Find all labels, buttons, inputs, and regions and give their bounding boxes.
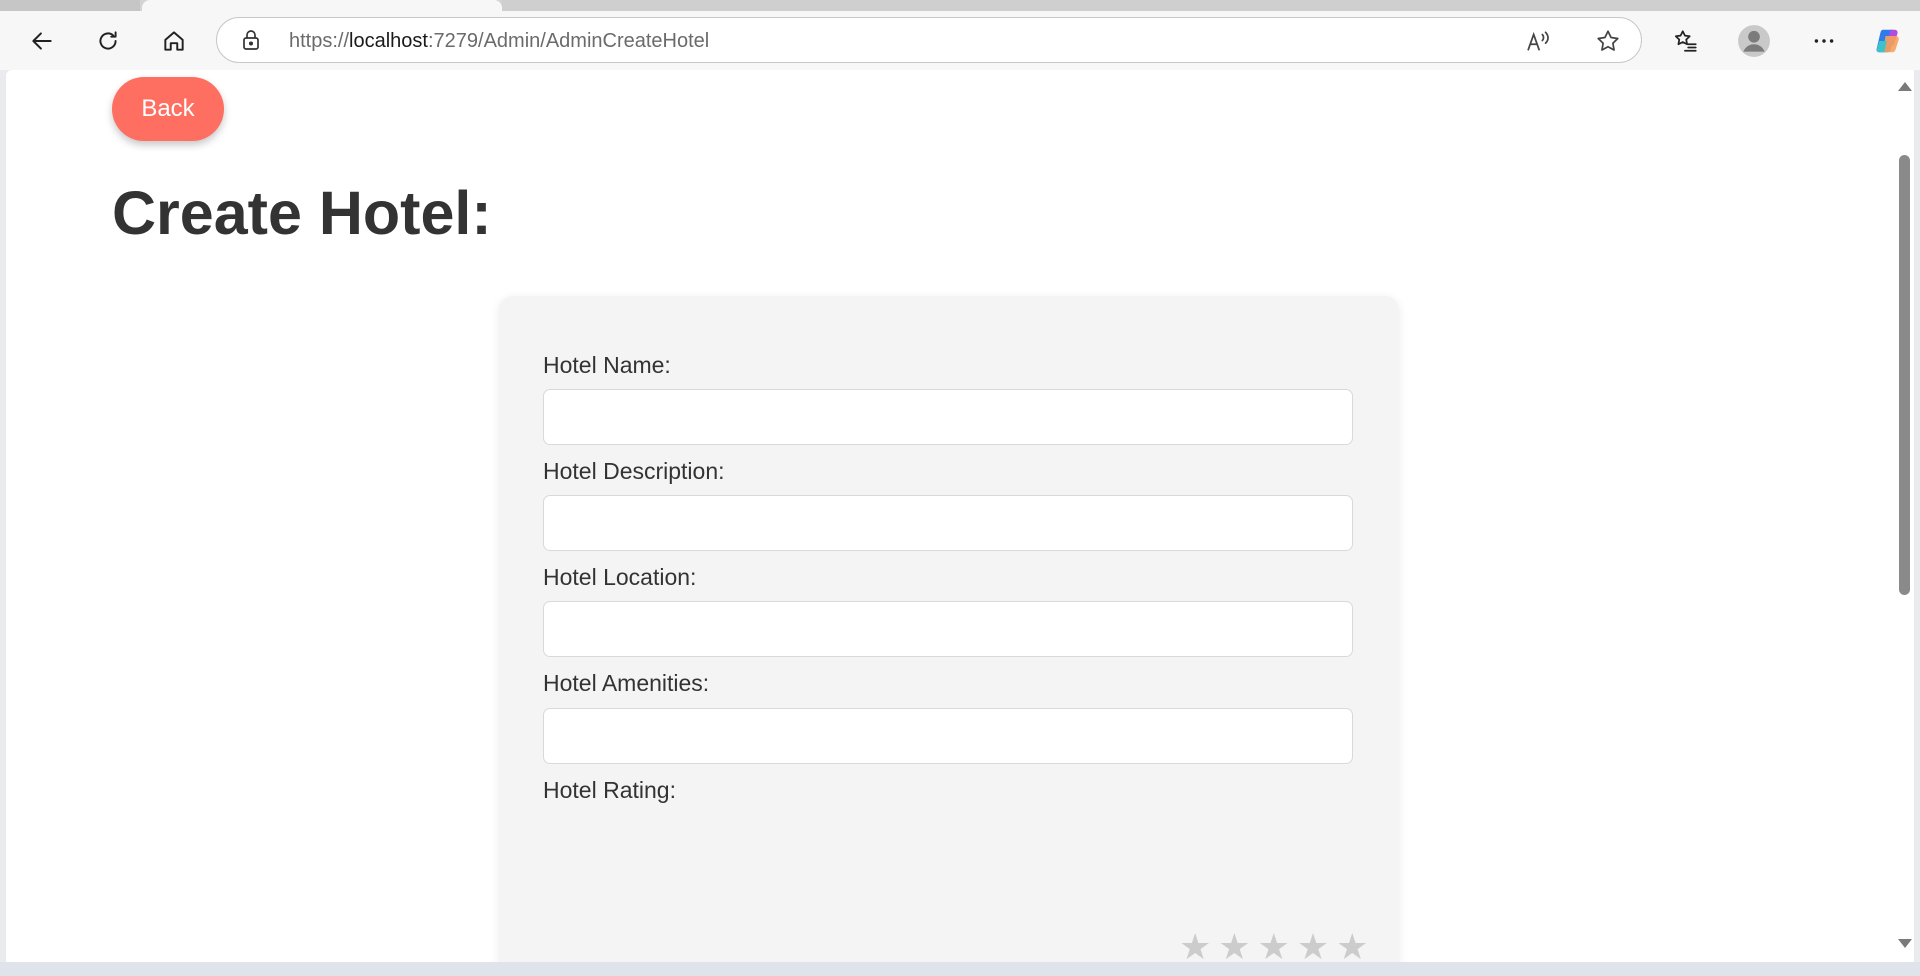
hotel-location-label: Hotel Location:	[543, 564, 697, 590]
window-bottom-edge	[0, 962, 1920, 976]
hotel-location-input[interactable]	[543, 601, 1353, 657]
back-arrow-icon	[32, 32, 52, 50]
hotel-amenities-input[interactable]	[543, 708, 1353, 764]
lock-icon[interactable]	[239, 28, 263, 52]
refresh-icon	[99, 31, 117, 50]
hotel-description-input[interactable]	[543, 495, 1353, 551]
url-text[interactable]: https://localhost:7279/Admin/AdminCreate…	[289, 30, 709, 53]
rating-star-3-icon[interactable]: ★	[1258, 930, 1290, 963]
tab-strip	[0, 0, 1920, 11]
rating-star-5-icon[interactable]: ★	[1336, 930, 1368, 963]
copilot-icon	[1876, 29, 1899, 53]
page-title: Create Hotel:	[112, 179, 492, 247]
scroll-down-arrow-icon[interactable]	[1898, 939, 1912, 948]
back-nav-button[interactable]	[20, 19, 64, 63]
inactive-tab[interactable]	[0, 0, 140, 11]
vertical-scrollbar[interactable]	[1894, 70, 1914, 962]
create-hotel-form: Hotel Name: Hotel Description: Hotel Loc…	[499, 296, 1399, 962]
rating-star-1-icon[interactable]: ★	[1179, 930, 1211, 963]
favorites-list-icon	[1674, 30, 1697, 52]
favorite-star-icon[interactable]	[1595, 28, 1621, 54]
hotel-name-input[interactable]	[543, 389, 1353, 445]
hotel-name-label: Hotel Name:	[543, 352, 671, 378]
page-viewport: Back Create Hotel: Hotel Name: Hotel Des…	[6, 70, 1894, 962]
home-icon	[164, 31, 184, 51]
scroll-up-arrow-icon[interactable]	[1898, 82, 1912, 91]
hotel-description-label: Hotel Description:	[543, 458, 725, 484]
more-dots-icon	[1814, 39, 1834, 43]
tab-strip-empty	[502, 0, 1920, 11]
back-button[interactable]: Back	[112, 77, 224, 141]
more-menu-button[interactable]	[1802, 19, 1846, 63]
browser-toolbar: https://localhost:7279/Admin/AdminCreate…	[0, 11, 1920, 70]
scrollbar-thumb[interactable]	[1899, 155, 1910, 595]
refresh-button[interactable]	[86, 19, 130, 63]
copilot-button[interactable]	[1866, 19, 1910, 63]
hotel-amenities-label: Hotel Amenities:	[543, 670, 710, 696]
profile-avatar-icon	[1738, 25, 1770, 57]
hotel-rating-stars: ★ ★ ★ ★ ★	[1179, 930, 1368, 963]
rating-star-4-icon[interactable]: ★	[1297, 930, 1329, 963]
address-bar[interactable]: https://localhost:7279/Admin/AdminCreate…	[216, 17, 1642, 63]
rating-star-2-icon[interactable]: ★	[1218, 930, 1250, 963]
url-host: localhost	[349, 30, 428, 52]
hotel-rating-label: Hotel Rating:	[543, 777, 676, 803]
active-tab[interactable]	[142, 0, 502, 11]
favorites-button[interactable]	[1664, 19, 1708, 63]
home-button[interactable]	[152, 19, 196, 63]
profile-button[interactable]	[1732, 19, 1776, 63]
read-aloud-icon[interactable]	[1525, 28, 1551, 54]
